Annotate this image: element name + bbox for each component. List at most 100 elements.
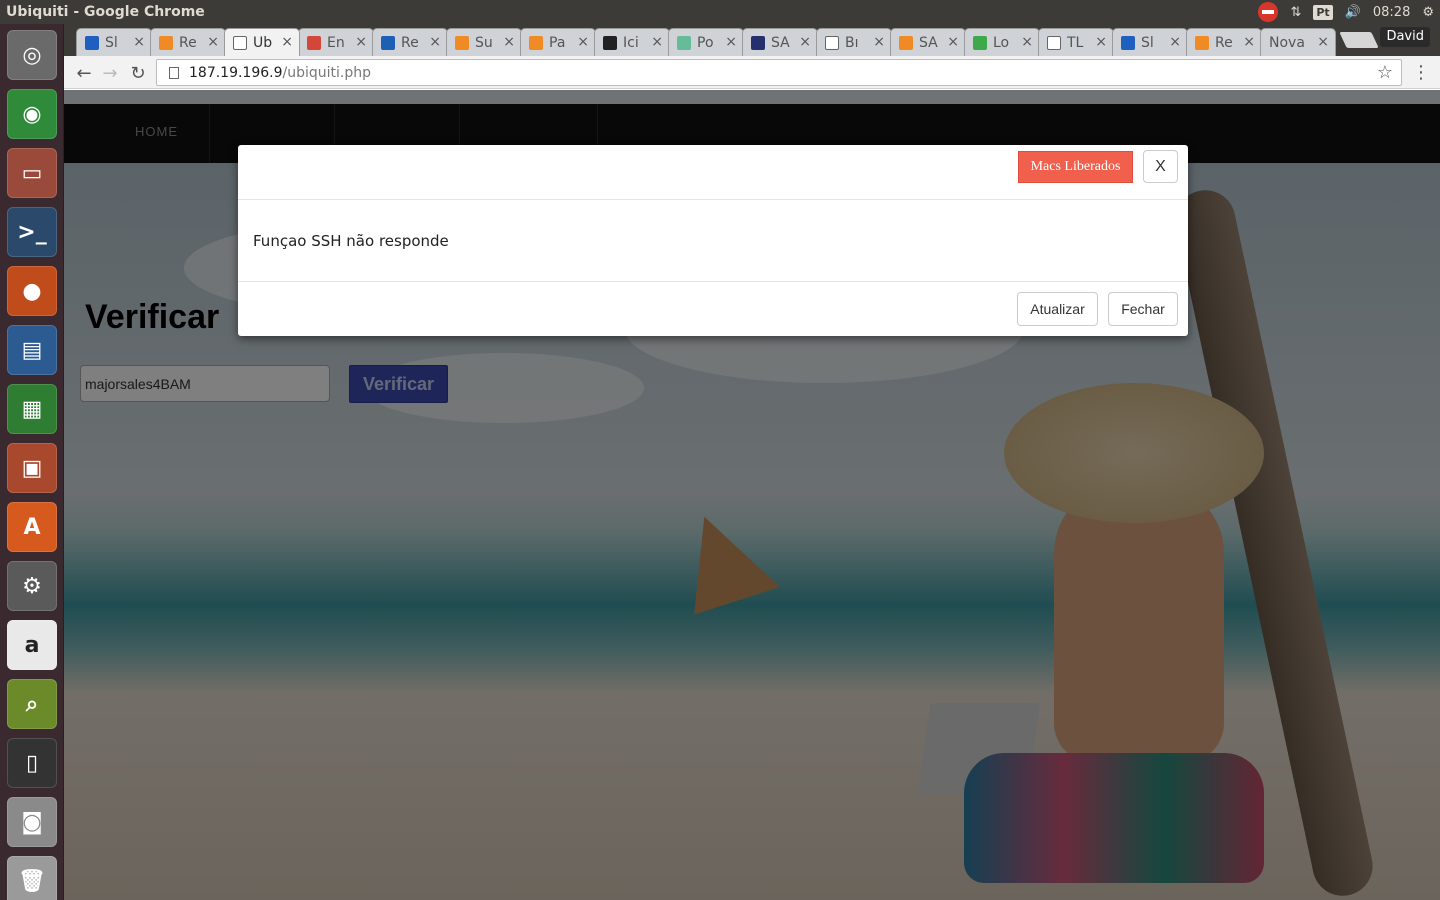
terminal-icon[interactable]: >_ xyxy=(7,207,57,257)
tab-close-icon[interactable]: × xyxy=(281,34,293,50)
tab-close-icon[interactable]: × xyxy=(1317,34,1329,50)
calc-icon[interactable]: ▦ xyxy=(7,384,57,434)
indicator-area: ⇅ Pt 🔊 08:28 ⚙ xyxy=(1258,0,1434,24)
system-settings-icon[interactable]: ⚙ xyxy=(7,561,57,611)
tab-close-icon[interactable]: × xyxy=(503,34,515,50)
tab-favicon-icon xyxy=(603,35,617,50)
tab-label: Su xyxy=(475,34,493,51)
tab-label: Ub xyxy=(253,34,273,51)
tab-label: Ici xyxy=(623,34,639,51)
tab-close-icon[interactable]: × xyxy=(1095,34,1107,50)
browser-tab[interactable]: Lo × xyxy=(964,28,1040,56)
dash-icon[interactable]: ◎ xyxy=(7,30,57,80)
tab-label: En xyxy=(327,34,345,51)
browser-tab[interactable]: En × xyxy=(298,28,374,56)
browser-tab[interactable]: Sl × xyxy=(1112,28,1188,56)
window-title: Ubiquiti - Google Chrome xyxy=(6,4,205,20)
browser-toolbar: ← → ↻ 187.19.196.9/ubiquiti.php ☆ ⋮ xyxy=(64,56,1440,89)
browser-tab[interactable]: Ub × xyxy=(224,28,300,56)
browser-tab[interactable]: Re × xyxy=(1186,28,1262,56)
browser-tab[interactable]: Po × xyxy=(668,28,744,56)
gear-icon[interactable]: ⚙ xyxy=(1422,5,1434,20)
tab-label: SA xyxy=(919,34,938,51)
browser-tab[interactable]: Pa × xyxy=(520,28,596,56)
tab-label: Nova xyxy=(1269,34,1305,51)
browser-window: Sl × Re × Ub × En × Re × Su × Pa × Ici × Po × SA × Bı × SA × Lo ×… xyxy=(64,24,1440,900)
tab-favicon-icon xyxy=(1047,35,1061,50)
forward-arrow-icon[interactable]: → xyxy=(98,61,122,85)
browser-tab[interactable]: SA × xyxy=(742,28,818,56)
tab-favicon-icon xyxy=(1195,35,1209,50)
tab-close-icon[interactable]: × xyxy=(207,34,219,50)
tab-label: Re xyxy=(401,34,419,51)
refresh-button[interactable]: Atualizar xyxy=(1017,292,1098,326)
tab-close-icon[interactable]: × xyxy=(799,34,811,50)
tab-close-icon[interactable]: × xyxy=(1243,34,1255,50)
browser-tab[interactable]: Re × xyxy=(150,28,226,56)
tab-close-icon[interactable]: × xyxy=(133,34,145,50)
tab-close-icon[interactable]: × xyxy=(873,34,885,50)
macs-liberados-button[interactable]: Macs Liberados xyxy=(1018,151,1133,183)
modal-footer: Atualizar Fechar xyxy=(238,281,1188,336)
address-bar[interactable]: 187.19.196.9/ubiquiti.php ☆ xyxy=(156,59,1402,86)
tab-close-icon[interactable]: × xyxy=(429,34,441,50)
tab-close-icon[interactable]: × xyxy=(1021,34,1033,50)
tab-favicon-icon xyxy=(1121,35,1135,50)
tab-close-icon[interactable]: × xyxy=(355,34,367,50)
chrome-icon[interactable]: ◉ xyxy=(7,89,57,139)
tab-favicon-icon xyxy=(85,35,99,50)
tab-close-icon[interactable]: × xyxy=(1169,34,1181,50)
tab-close-icon[interactable]: × xyxy=(947,34,959,50)
tab-label: Lo xyxy=(993,34,1010,51)
camera-icon[interactable]: ◙ xyxy=(7,797,57,847)
modal-close-x-button[interactable]: X xyxy=(1143,150,1178,183)
tab-favicon-icon xyxy=(529,35,543,50)
tab-label: Sl xyxy=(1141,34,1154,51)
tab-favicon-icon xyxy=(751,35,765,50)
phone-icon[interactable]: ▯ xyxy=(7,738,57,788)
network-transfer-icon[interactable]: ⇅ xyxy=(1290,5,1301,20)
browser-tab[interactable]: TL × xyxy=(1038,28,1114,56)
trash-icon[interactable]: 🗑 xyxy=(7,856,57,900)
tab-label: SA xyxy=(771,34,790,51)
impress-icon[interactable]: ▣ xyxy=(7,443,57,493)
tab-label: Re xyxy=(179,34,197,51)
firefox-icon[interactable]: ● xyxy=(7,266,57,316)
top-panel: Ubiquiti - Google Chrome ⇅ Pt 🔊 08:28 ⚙ xyxy=(0,0,1440,24)
tab-label: Bı xyxy=(845,34,859,51)
new-tab-button[interactable] xyxy=(1339,32,1379,48)
software-center-icon[interactable]: A xyxy=(7,502,57,552)
back-arrow-icon[interactable]: ← xyxy=(72,61,96,85)
browser-tab[interactable]: Su × xyxy=(446,28,522,56)
tab-favicon-icon xyxy=(233,35,247,50)
page-info-icon[interactable] xyxy=(169,66,179,79)
close-button[interactable]: Fechar xyxy=(1108,292,1178,326)
tab-close-icon[interactable]: × xyxy=(725,34,737,50)
browser-tab[interactable]: Sl × xyxy=(76,28,152,56)
browser-tab[interactable]: Bı × xyxy=(816,28,892,56)
browser-tab[interactable]: Re × xyxy=(372,28,448,56)
tab-label: Re xyxy=(1215,34,1233,51)
files-icon[interactable]: ▭ xyxy=(7,148,57,198)
writer-icon[interactable]: ▤ xyxy=(7,325,57,375)
no-entry-icon[interactable] xyxy=(1258,2,1279,22)
keyboard-layout-icon[interactable]: Pt xyxy=(1313,4,1333,20)
volume-icon[interactable]: 🔊 xyxy=(1345,5,1361,20)
browser-tab[interactable]: SA × xyxy=(890,28,966,56)
bookmark-star-icon[interactable]: ☆ xyxy=(1377,62,1393,83)
tab-label: Po xyxy=(697,34,714,51)
page-viewport: HOME Verificar Verificar Macs Liberados … xyxy=(64,90,1440,900)
tab-close-icon[interactable]: × xyxy=(577,34,589,50)
chrome-menu-icon[interactable]: ⋮ xyxy=(1412,62,1430,83)
image-viewer-icon[interactable]: ⌕ xyxy=(7,679,57,729)
profile-button[interactable]: David xyxy=(1380,27,1430,47)
tab-favicon-icon xyxy=(307,35,321,50)
tab-strip: Sl × Re × Ub × En × Re × Su × Pa × Ici × Po × SA × Bı × SA × Lo ×… xyxy=(64,24,1440,56)
browser-tab[interactable]: Ici × xyxy=(594,28,670,56)
tab-close-icon[interactable]: × xyxy=(651,34,663,50)
amazon-icon[interactable]: a xyxy=(7,620,57,670)
reload-icon[interactable]: ↻ xyxy=(126,61,150,85)
tab-label: Pa xyxy=(549,34,566,51)
clock[interactable]: 08:28 xyxy=(1373,5,1410,20)
browser-tab[interactable]: Nova × xyxy=(1260,28,1336,56)
